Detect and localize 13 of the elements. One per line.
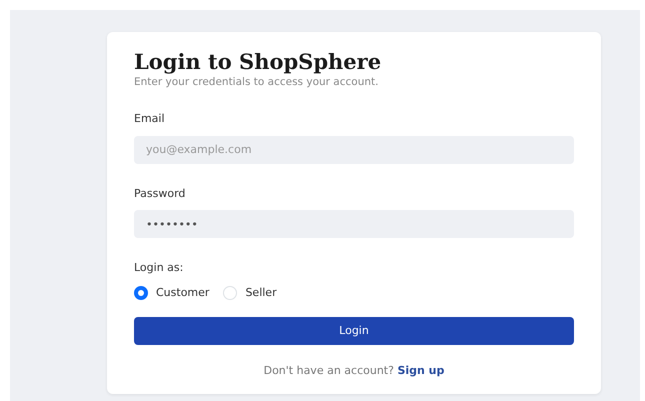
field-label: Password (134, 186, 186, 202)
login-subtitle: Enter your credentials to access your account. (134, 75, 380, 90)
signup-link[interactable]: Sign up (397, 364, 444, 378)
radio-label: Seller (245, 284, 277, 301)
input-field[interactable]: you@example.com (134, 136, 574, 164)
role-label: Login as: (134, 260, 184, 276)
radio-label: Customer (156, 284, 210, 301)
login-title: Login to ShopSphere (134, 48, 382, 76)
field-label: Email (134, 111, 165, 128)
login-button[interactable]: Login (134, 317, 574, 346)
radio-button[interactable] (134, 286, 148, 300)
input-field[interactable]: •••••••• (134, 210, 574, 238)
signup-prompt: Don't have an account? Sign up (262, 363, 446, 380)
